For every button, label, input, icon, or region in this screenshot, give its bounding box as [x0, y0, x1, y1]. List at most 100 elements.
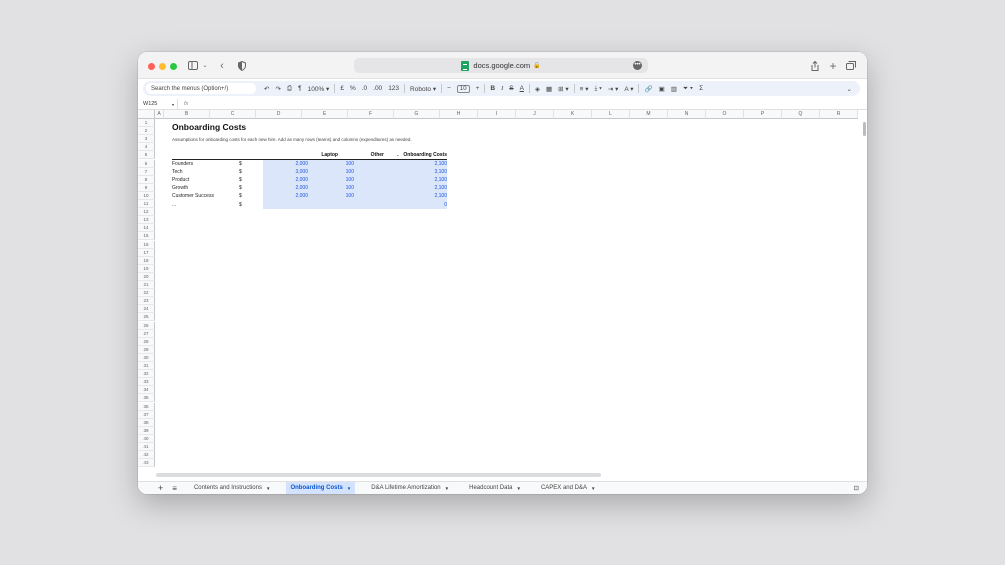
header-laptop[interactable]: Laptop [288, 151, 338, 159]
column-header-n[interactable]: N [668, 110, 706, 119]
row-header[interactable]: 16 [138, 240, 155, 249]
minimize-window-button[interactable] [159, 63, 166, 70]
currency-cell[interactable]: $ [239, 192, 242, 200]
share-icon[interactable] [810, 59, 820, 72]
row-header[interactable]: 43 [138, 459, 155, 468]
row-header[interactable]: 1 [138, 119, 155, 127]
other-cost-cell[interactable]: 100 [334, 160, 354, 168]
row-header[interactable]: 21 [138, 281, 155, 289]
decrease-decimal-button[interactable]: .0 [362, 85, 367, 92]
insert-link-icon[interactable]: 🔗 [644, 85, 652, 93]
row-header[interactable]: 38 [138, 418, 155, 427]
borders-icon[interactable]: ▦ [546, 85, 552, 93]
back-icon[interactable]: ‹ [218, 59, 226, 72]
row-header[interactable]: 42 [138, 451, 155, 460]
team-cell[interactable]: Growth [172, 184, 188, 192]
explore-icon[interactable]: ⊡ [854, 484, 859, 492]
font-select[interactable]: Roboto ▾ [410, 85, 436, 93]
team-cell[interactable]: Founders [172, 160, 193, 168]
header-other[interactable]: Other [338, 151, 384, 159]
chevron-down-icon[interactable]: ▼ [266, 486, 270, 491]
filter-icon[interactable]: ⏷ ▾ [683, 85, 693, 93]
sheet-tab[interactable]: Headcount Data ▼ [465, 482, 525, 494]
total-cost-cell[interactable]: 2,100 [417, 176, 447, 184]
row-header[interactable]: 18 [138, 256, 155, 265]
laptop-cost-cell[interactable]: 3,000 [288, 168, 308, 176]
italic-icon[interactable]: I [501, 85, 503, 92]
row-header[interactable]: 37 [138, 410, 155, 419]
currency-cell[interactable]: $ [239, 184, 242, 192]
merge-cells-icon[interactable]: ⊞ ▾ [558, 85, 569, 93]
sheet-tab[interactable]: Onboarding Costs ▼ [286, 482, 356, 494]
column-header-e[interactable]: E [302, 110, 348, 119]
search-menus-input[interactable]: Search the menus (Option+/) [146, 83, 256, 94]
row-header[interactable]: 5 [138, 151, 155, 160]
row-header[interactable]: 41 [138, 443, 155, 451]
row-header[interactable]: 3 [138, 135, 155, 144]
row-header[interactable]: 39 [138, 426, 155, 435]
currency-cell[interactable]: $ [239, 201, 242, 209]
redo-icon[interactable]: ↷ [275, 85, 280, 93]
column-header-j[interactable]: J [516, 110, 554, 119]
collapse-toolbar-icon[interactable]: ⌄ [847, 85, 852, 93]
vertical-scrollbar[interactable] [863, 122, 866, 136]
team-cell[interactable]: Product [172, 176, 189, 184]
chevron-down-icon[interactable]: ⌄ [202, 59, 208, 72]
laptop-cost-cell[interactable]: 2,000 [288, 192, 308, 200]
bold-icon[interactable]: B [490, 85, 495, 92]
row-header[interactable]: 20 [138, 272, 155, 281]
row-header[interactable]: 4 [138, 143, 155, 152]
row-header[interactable]: 30 [138, 353, 155, 362]
column-header-p[interactable]: P [744, 110, 782, 119]
add-sheet-icon[interactable]: + [158, 483, 163, 493]
other-cost-cell[interactable]: 100 [334, 192, 354, 200]
row-header[interactable]: 10 [138, 191, 155, 200]
total-cost-cell[interactable]: 2,100 [417, 184, 447, 192]
text-color-icon[interactable]: A [520, 85, 524, 92]
all-sheets-icon[interactable]: ≡ [172, 484, 177, 493]
row-header[interactable]: 32 [138, 370, 155, 379]
currency-cell[interactable]: $ [239, 168, 242, 176]
column-header-h[interactable]: H [440, 110, 478, 119]
spreadsheet-grid[interactable]: ABCDEFGHIJKLMNOPQR 1 2 3 4 5 6 7 8 9 10 11 12 13 14 15… [138, 110, 867, 471]
shield-icon[interactable] [237, 59, 247, 72]
currency-format-button[interactable]: £ [340, 85, 344, 92]
name-box[interactable]: W125 ▾ [138, 99, 178, 109]
percent-format-button[interactable]: % [350, 85, 356, 92]
zoom-select[interactable]: 100% ▾ [308, 85, 330, 93]
chevron-down-icon[interactable]: ▼ [445, 486, 449, 491]
increase-decimal-button[interactable]: .00 [373, 85, 382, 92]
row-header[interactable]: 15 [138, 232, 155, 241]
undo-icon[interactable]: ↶ [264, 85, 269, 93]
functions-icon[interactable]: Σ [699, 85, 703, 92]
laptop-cost-cell[interactable]: 2,000 [288, 176, 308, 184]
row-header[interactable]: 23 [138, 297, 155, 306]
row-header[interactable]: 9 [138, 183, 155, 192]
header-onboarding-costs[interactable]: Onboarding Costs [388, 151, 447, 159]
fill-color-icon[interactable]: ◈ [535, 85, 540, 93]
row-header[interactable]: 26 [138, 321, 155, 330]
row-header[interactable]: 34 [138, 386, 155, 395]
currency-cell[interactable]: $ [239, 176, 242, 184]
row-header[interactable]: 13 [138, 216, 155, 225]
column-header-k[interactable]: K [554, 110, 592, 119]
text-wrap-icon[interactable]: ⇥ ▾ [608, 85, 619, 93]
currency-cell[interactable]: $ [239, 160, 242, 168]
sheet-tab[interactable]: D&A Lifetime Amortization ▼ [367, 482, 453, 494]
column-header-c[interactable]: C [210, 110, 256, 119]
text-rotation-icon[interactable]: A ▾ [624, 85, 633, 93]
column-header-m[interactable]: M [630, 110, 668, 119]
laptop-cost-cell[interactable]: 2,000 [288, 160, 308, 168]
number-format-button[interactable]: 123 [388, 85, 399, 92]
row-header[interactable]: 8 [138, 175, 155, 184]
column-header-g[interactable]: G [394, 110, 440, 119]
team-cell[interactable]: Tech [172, 168, 183, 176]
other-cost-cell[interactable]: 100 [334, 184, 354, 192]
font-size-input[interactable]: 10 [456, 84, 470, 93]
row-header[interactable]: 31 [138, 362, 155, 370]
vertical-align-icon[interactable]: ⤓ ▾ [594, 85, 601, 93]
column-header-o[interactable]: O [706, 110, 744, 119]
team-cell[interactable]: ... [172, 201, 176, 209]
row-header[interactable]: 22 [138, 289, 155, 298]
other-cost-cell[interactable]: 100 [334, 176, 354, 184]
